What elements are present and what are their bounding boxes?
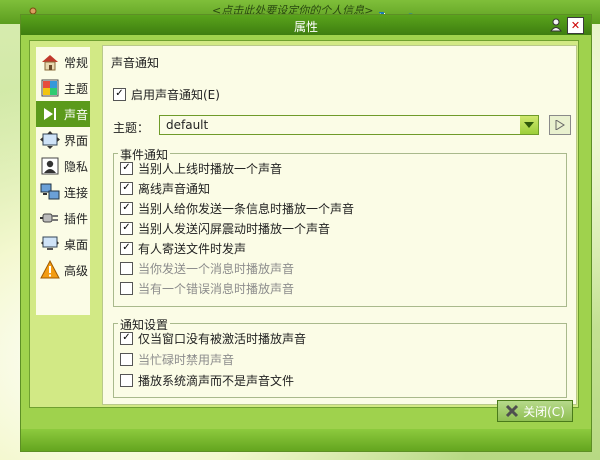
play-icon bbox=[555, 120, 565, 130]
sidebar-item-interface[interactable]: 界面 bbox=[36, 127, 90, 153]
interface-icon bbox=[40, 131, 60, 149]
plugin-icon bbox=[40, 213, 58, 223]
sidebar-item-general[interactable]: 常规 bbox=[36, 49, 90, 75]
event-checkbox-file-transfer[interactable]: ✓ 有人寄送文件时发声 bbox=[120, 240, 246, 256]
sidebar-item-theme[interactable]: 主题 bbox=[36, 75, 90, 101]
close-button-label: 关闭(C) bbox=[523, 404, 565, 419]
home-icon bbox=[42, 55, 58, 71]
checkbox-unchecked-icon bbox=[120, 281, 133, 295]
event-checkbox-error-message[interactable]: 当有一个错误消息时播放声音 bbox=[120, 280, 294, 296]
warning-icon bbox=[40, 260, 60, 279]
checkbox-checked-icon: ✓ bbox=[120, 201, 133, 215]
sidebar-item-network[interactable]: 连接 bbox=[36, 179, 90, 205]
chevron-down-icon[interactable] bbox=[520, 116, 538, 134]
sidebar-item-plugins[interactable]: 插件 bbox=[36, 205, 90, 231]
sidebar-item-privacy[interactable]: 隐私 bbox=[36, 153, 90, 179]
sidebar: 常规 主题 声音 界面 隐私 连接 插件 桌面 高级 bbox=[36, 47, 90, 315]
setting-checkbox-inactive-only[interactable]: ✓ 仅当窗口没有被激活时播放声音 bbox=[120, 330, 306, 346]
checkbox-checked-icon: ✓ bbox=[120, 241, 133, 255]
sound-icon bbox=[44, 108, 56, 120]
event-checkbox-offline[interactable]: ✓ 离线声音通知 bbox=[120, 180, 210, 196]
bottom-bar bbox=[21, 429, 591, 451]
checkbox-checked-icon: ✓ bbox=[120, 221, 133, 235]
event-checkbox-message-received[interactable]: ✓ 当别人给你发送一条信息时播放一个声音 bbox=[120, 200, 354, 216]
event-checkbox-message-sent[interactable]: 当你发送一个消息时播放声音 bbox=[120, 260, 294, 276]
play-sound-button[interactable] bbox=[549, 115, 571, 135]
event-notification-group: 事件通知 ✓ 当别人上线时播放一个声音 ✓ 离线声音通知 ✓ 当别人给你发送一条… bbox=[113, 146, 567, 307]
properties-window: 属性 ✕ 常规 主题 声音 界面 隐私 连接 插件 桌面 高级 声音通知 ✓ 启… bbox=[20, 14, 592, 452]
checkbox-unchecked-icon bbox=[120, 261, 133, 275]
theme-icon bbox=[41, 79, 59, 97]
checkbox-unchecked-icon bbox=[120, 373, 133, 387]
close-icon: ✕ bbox=[570, 19, 581, 32]
theme-label: 主题： bbox=[113, 121, 150, 135]
sidebar-item-desktop[interactable]: 桌面 bbox=[36, 231, 90, 257]
privacy-icon bbox=[41, 157, 59, 175]
close-window-button[interactable]: ✕ bbox=[567, 17, 584, 34]
theme-select[interactable]: default bbox=[159, 115, 539, 135]
close-icon bbox=[506, 404, 519, 418]
notification-settings-group: 通知设置 ✓ 仅当窗口没有被激活时播放声音 当忙碌时禁用声音 播放系统滴声而不是… bbox=[113, 316, 567, 398]
event-checkbox-online[interactable]: ✓ 当别人上线时播放一个声音 bbox=[120, 160, 282, 176]
setting-checkbox-system-beep[interactable]: 播放系统滴声而不是声音文件 bbox=[120, 372, 294, 388]
main-panel: 常规 主题 声音 界面 隐私 连接 插件 桌面 高级 声音通知 ✓ 启用声音通知… bbox=[29, 40, 579, 408]
section-title: 声音通知 bbox=[111, 56, 160, 70]
window-title: 属性 bbox=[293, 20, 318, 34]
setting-checkbox-busy-mute[interactable]: 当忙碌时禁用声音 bbox=[120, 351, 234, 367]
sidebar-item-advanced[interactable]: 高级 bbox=[36, 257, 90, 283]
close-button[interactable]: 关闭(C) bbox=[497, 400, 573, 422]
checkbox-checked-icon: ✓ bbox=[120, 331, 133, 345]
sound-settings-pane: 声音通知 ✓ 启用声音通知(E) 主题： default 事件通知 ✓ 当别人上… bbox=[102, 45, 577, 405]
desktop-icon bbox=[41, 236, 59, 250]
checkbox-unchecked-icon bbox=[120, 352, 133, 366]
theme-select-value: default bbox=[166, 118, 209, 132]
checkbox-checked-icon: ✓ bbox=[120, 181, 133, 195]
user-icon[interactable] bbox=[548, 17, 563, 32]
sidebar-item-sound[interactable]: 声音 bbox=[36, 101, 90, 127]
enable-sound-checkbox[interactable]: ✓ 启用声音通知(E) bbox=[113, 86, 220, 102]
network-icon bbox=[40, 183, 60, 200]
event-checkbox-nudge[interactable]: ✓ 当别人发送闪屏震动时播放一个声音 bbox=[120, 220, 330, 236]
checkbox-checked-icon: ✓ bbox=[113, 87, 126, 101]
checkbox-checked-icon: ✓ bbox=[120, 161, 133, 175]
title-bar[interactable]: 属性 ✕ bbox=[21, 15, 591, 35]
